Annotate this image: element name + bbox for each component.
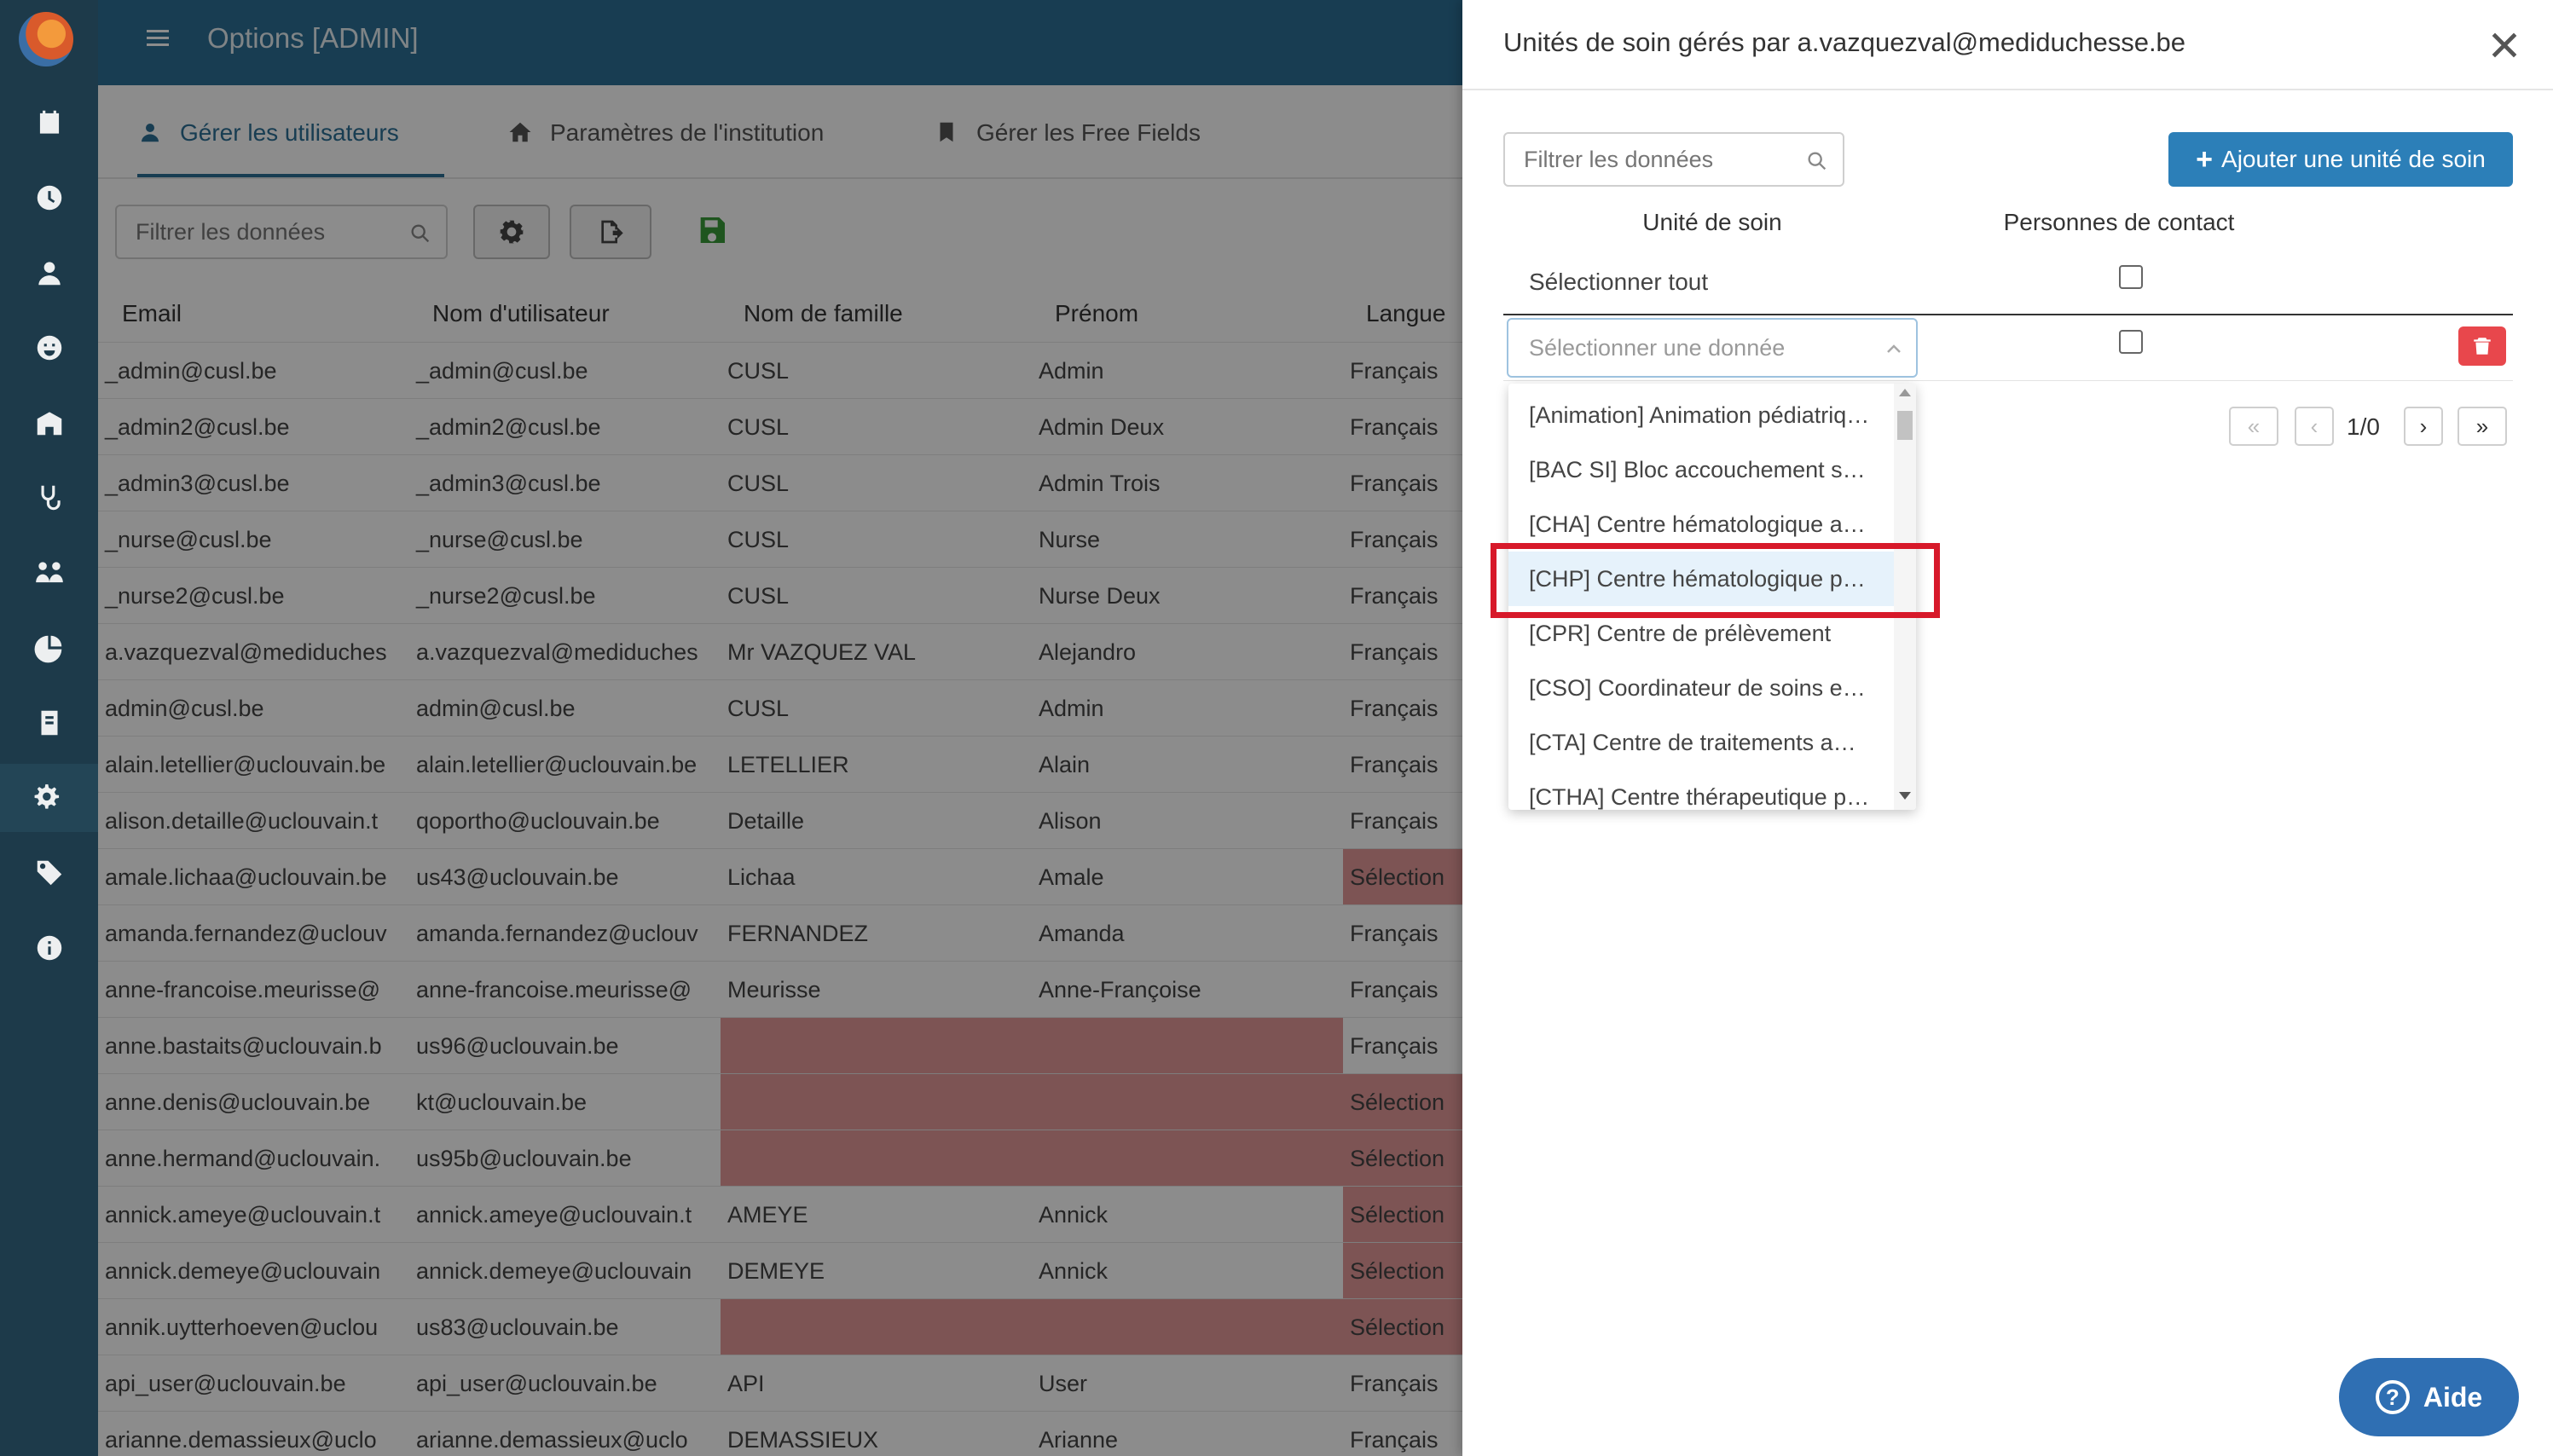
dropdown-option[interactable]: [CSO] Coordinateur de soins en oncologie	[1508, 661, 1894, 715]
last-page-button[interactable]: »	[2457, 407, 2507, 446]
drawer-filter-field[interactable]	[1503, 132, 1844, 187]
divider	[1503, 380, 2513, 381]
scrollbar-thumb[interactable]	[1897, 411, 1913, 440]
next-page-button[interactable]: ›	[2404, 407, 2443, 446]
building-icon[interactable]	[0, 389, 98, 457]
help-button[interactable]: ? Aide	[2339, 1358, 2519, 1436]
teacher-icon[interactable]	[0, 239, 98, 307]
trash-icon	[2474, 338, 2491, 355]
select-all-checkbox[interactable]	[2119, 265, 2143, 289]
select-all-label: Sélectionner tout	[1529, 269, 1709, 295]
add-care-unit-button[interactable]: + Ajouter une unité de soin	[2168, 132, 2513, 187]
people-icon[interactable]	[0, 539, 98, 607]
settings-icon[interactable]	[0, 764, 98, 832]
dropdown-option[interactable]: [Animation] Animation pédiatrique	[1508, 388, 1894, 442]
divider	[1503, 314, 2513, 315]
calendar-icon[interactable]	[0, 89, 98, 157]
divider	[1462, 89, 2553, 90]
previous-page-button[interactable]: ‹	[2295, 407, 2334, 446]
clock-icon[interactable]	[0, 164, 98, 232]
help-label: Aide	[2423, 1381, 2483, 1413]
care-unit-select[interactable]: Sélectionner une donnée	[1507, 318, 1918, 378]
question-icon: ?	[2375, 1380, 2410, 1414]
dropdown-option[interactable]: [BAC SI] Bloc accouchement soins intensi…	[1508, 442, 1894, 497]
info-icon[interactable]	[0, 914, 98, 982]
tags-icon[interactable]	[0, 839, 98, 907]
dropdown-option[interactable]: [CTA] Centre de traitements ambulatoires	[1508, 715, 1894, 770]
add-button-label: Ajouter une unité de soin	[2221, 146, 2486, 172]
pagination-text: 1/0	[2347, 413, 2380, 440]
select-placeholder: Sélectionner une donnée	[1529, 334, 1786, 361]
id-card-icon[interactable]	[0, 689, 98, 757]
drawer-filter-input[interactable]	[1505, 134, 1843, 185]
side-navigation	[0, 0, 98, 1456]
stethoscope-icon[interactable]	[0, 464, 98, 532]
close-icon[interactable]	[2488, 29, 2521, 61]
chevron-up-icon	[1887, 344, 1901, 353]
annotation-highlight-box	[1491, 543, 1940, 618]
column-header-care-unit: Unité de soin	[1642, 209, 1782, 235]
plus-icon: +	[2196, 142, 2214, 176]
delete-button[interactable]	[2458, 326, 2506, 366]
drawer-title: Unités de soin gérés par a.vazquezval@me…	[1503, 27, 2186, 57]
smiley-icon[interactable]	[0, 314, 98, 382]
app-logo	[19, 12, 73, 66]
first-page-button[interactable]: «	[2229, 407, 2278, 446]
search-icon	[1808, 152, 1826, 170]
contact-checkbox[interactable]	[2119, 330, 2143, 354]
modal-backdrop[interactable]	[98, 0, 1462, 1456]
dropdown-option[interactable]: [CTHA] Centre thérapeutique pédiatrique	[1508, 770, 1894, 810]
pie-chart-icon[interactable]	[0, 614, 98, 682]
column-header-contact: Personnes de contact	[2003, 209, 2235, 235]
